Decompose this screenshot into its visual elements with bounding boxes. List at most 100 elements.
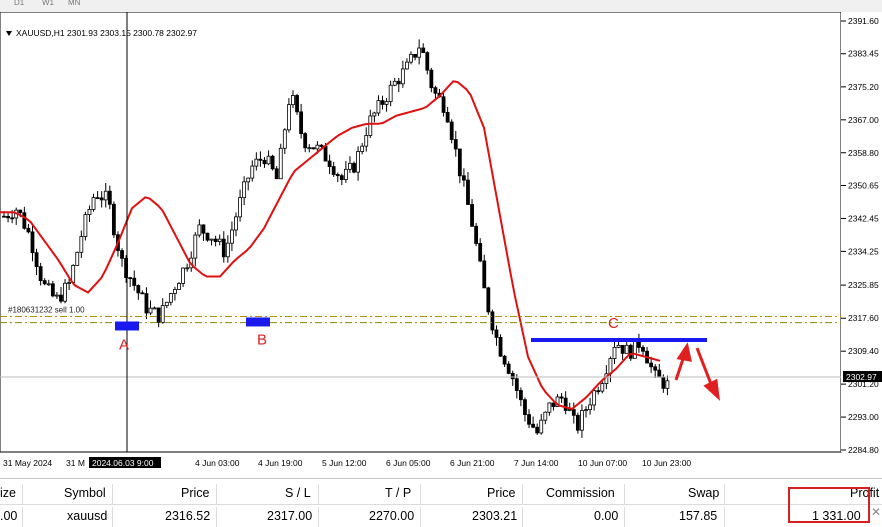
- timeframe-mn[interactable]: MN: [68, 0, 80, 7]
- close-position-icon[interactable]: ✕: [871, 505, 881, 519]
- candle-down: [120, 250, 124, 259]
- col-header-sl[interactable]: S / L: [285, 482, 311, 504]
- candle-up: [364, 135, 369, 147]
- candle-up: [225, 242, 230, 258]
- current-price-label: 2302.97: [846, 372, 877, 382]
- candle-down: [380, 100, 385, 105]
- y-tick-label: 2334.25: [848, 246, 879, 256]
- candle-down: [628, 344, 633, 359]
- candle-down: [50, 283, 55, 297]
- candle-up: [91, 197, 96, 210]
- candle-up: [384, 101, 389, 105]
- candle-up: [181, 267, 185, 284]
- candle-up: [177, 283, 181, 290]
- x-tick-label: 31 May 2024: [3, 458, 52, 468]
- col-header-swap[interactable]: Swap: [688, 482, 719, 504]
- candle-down: [34, 252, 39, 268]
- candle-down: [425, 52, 430, 71]
- candle-up: [417, 47, 422, 58]
- candle-up: [79, 236, 84, 253]
- candle-up: [348, 162, 352, 170]
- candle-down: [42, 280, 47, 285]
- candle-down: [575, 414, 580, 431]
- col-header-price[interactable]: Price: [181, 482, 209, 504]
- candle-down: [413, 54, 417, 58]
- candle-down: [327, 160, 332, 167]
- candle-down: [535, 426, 540, 434]
- x-tick-label: 6 Jun 05:00: [386, 458, 431, 468]
- position-row[interactable]: .00 xauusd 2316.52 2317.00 2270.00 2303.…: [0, 504, 882, 527]
- symbol-info: XAUUSD,H1 2301.93 2303.15 2300.78 2302.9…: [6, 28, 197, 38]
- candle-down: [421, 47, 426, 53]
- candle-up: [547, 402, 552, 413]
- candle-up: [46, 283, 51, 286]
- y-tick-label: 2317.60: [848, 313, 879, 323]
- candle-down: [641, 347, 645, 352]
- candle-up: [148, 307, 153, 314]
- candle-up: [392, 80, 397, 86]
- candle-up: [71, 264, 76, 283]
- candle-up: [75, 251, 80, 266]
- candle-up: [376, 100, 381, 114]
- col-header-symbol[interactable]: Symbol: [64, 482, 106, 504]
- candle-down: [518, 390, 523, 401]
- candle-up: [278, 147, 283, 180]
- candle-down: [429, 69, 434, 89]
- dropdown-triangle-icon[interactable]: [6, 31, 12, 37]
- candle-up: [103, 190, 108, 201]
- x-tick-label: 4 Jun 19:00: [258, 458, 303, 468]
- candle-down: [449, 121, 454, 140]
- y-tick-label: 2350.65: [848, 180, 879, 190]
- timeframe-d1[interactable]: D1: [14, 0, 24, 7]
- candle-up: [83, 214, 88, 237]
- candle-up: [400, 68, 405, 85]
- candle-up: [665, 380, 670, 389]
- candle-down: [563, 397, 568, 411]
- candle-up: [209, 238, 214, 241]
- candle-up: [238, 197, 242, 218]
- col-header-tp[interactable]: T / P: [385, 482, 411, 504]
- cell-stop-loss: 2317.00: [267, 509, 313, 523]
- candle-down: [523, 399, 527, 415]
- candle-down: [258, 158, 263, 161]
- candle-up: [152, 307, 157, 310]
- positions-table: ize Symbol Price S / L T / P Price Commi…: [0, 478, 882, 527]
- candle-down: [262, 159, 267, 165]
- profit-highlight-box: [788, 487, 870, 523]
- col-header-commission[interactable]: Commission: [546, 482, 615, 504]
- crosshair-time-label: 2024.06.03 9:00: [92, 458, 154, 468]
- x-tick-label: 10 Jun 07:00: [578, 458, 627, 468]
- candle-down: [506, 363, 511, 374]
- candle-down: [10, 217, 15, 220]
- candle-up: [193, 234, 198, 259]
- candle-down: [99, 197, 104, 201]
- candle-down: [30, 231, 35, 254]
- timeframe-w1[interactable]: W1: [42, 0, 54, 7]
- candle-down: [396, 80, 401, 85]
- candle-up: [543, 411, 548, 421]
- candle-down: [26, 227, 31, 233]
- candle-up: [254, 158, 259, 167]
- positions-header-row: ize Symbol Price S / L T / P Price Commi…: [0, 482, 882, 504]
- candle-up: [368, 115, 373, 136]
- candle-up: [87, 209, 92, 216]
- col-header-current-price[interactable]: Price: [487, 482, 515, 504]
- candle-down: [128, 277, 133, 280]
- candle-down: [205, 232, 210, 241]
- candle-down: [213, 238, 218, 243]
- candle-up: [372, 112, 377, 117]
- price-chart[interactable]: #180631232 sell 1.00 A B C 2391.60 2383.4…: [0, 12, 882, 476]
- cell-current-price: 2303.21: [472, 509, 518, 523]
- y-tick-label: 2375.20: [848, 82, 879, 92]
- candle-down: [661, 376, 666, 389]
- candle-down: [221, 238, 226, 258]
- candle-down: [111, 203, 116, 236]
- candle-down: [140, 292, 145, 295]
- candle-down: [323, 145, 328, 162]
- candle-down: [571, 409, 576, 416]
- candle-up: [217, 238, 222, 243]
- y-tick-label: 2391.60: [848, 16, 879, 26]
- candle-down: [201, 224, 206, 234]
- col-header-size[interactable]: ize: [0, 482, 16, 504]
- candle-down: [620, 344, 625, 354]
